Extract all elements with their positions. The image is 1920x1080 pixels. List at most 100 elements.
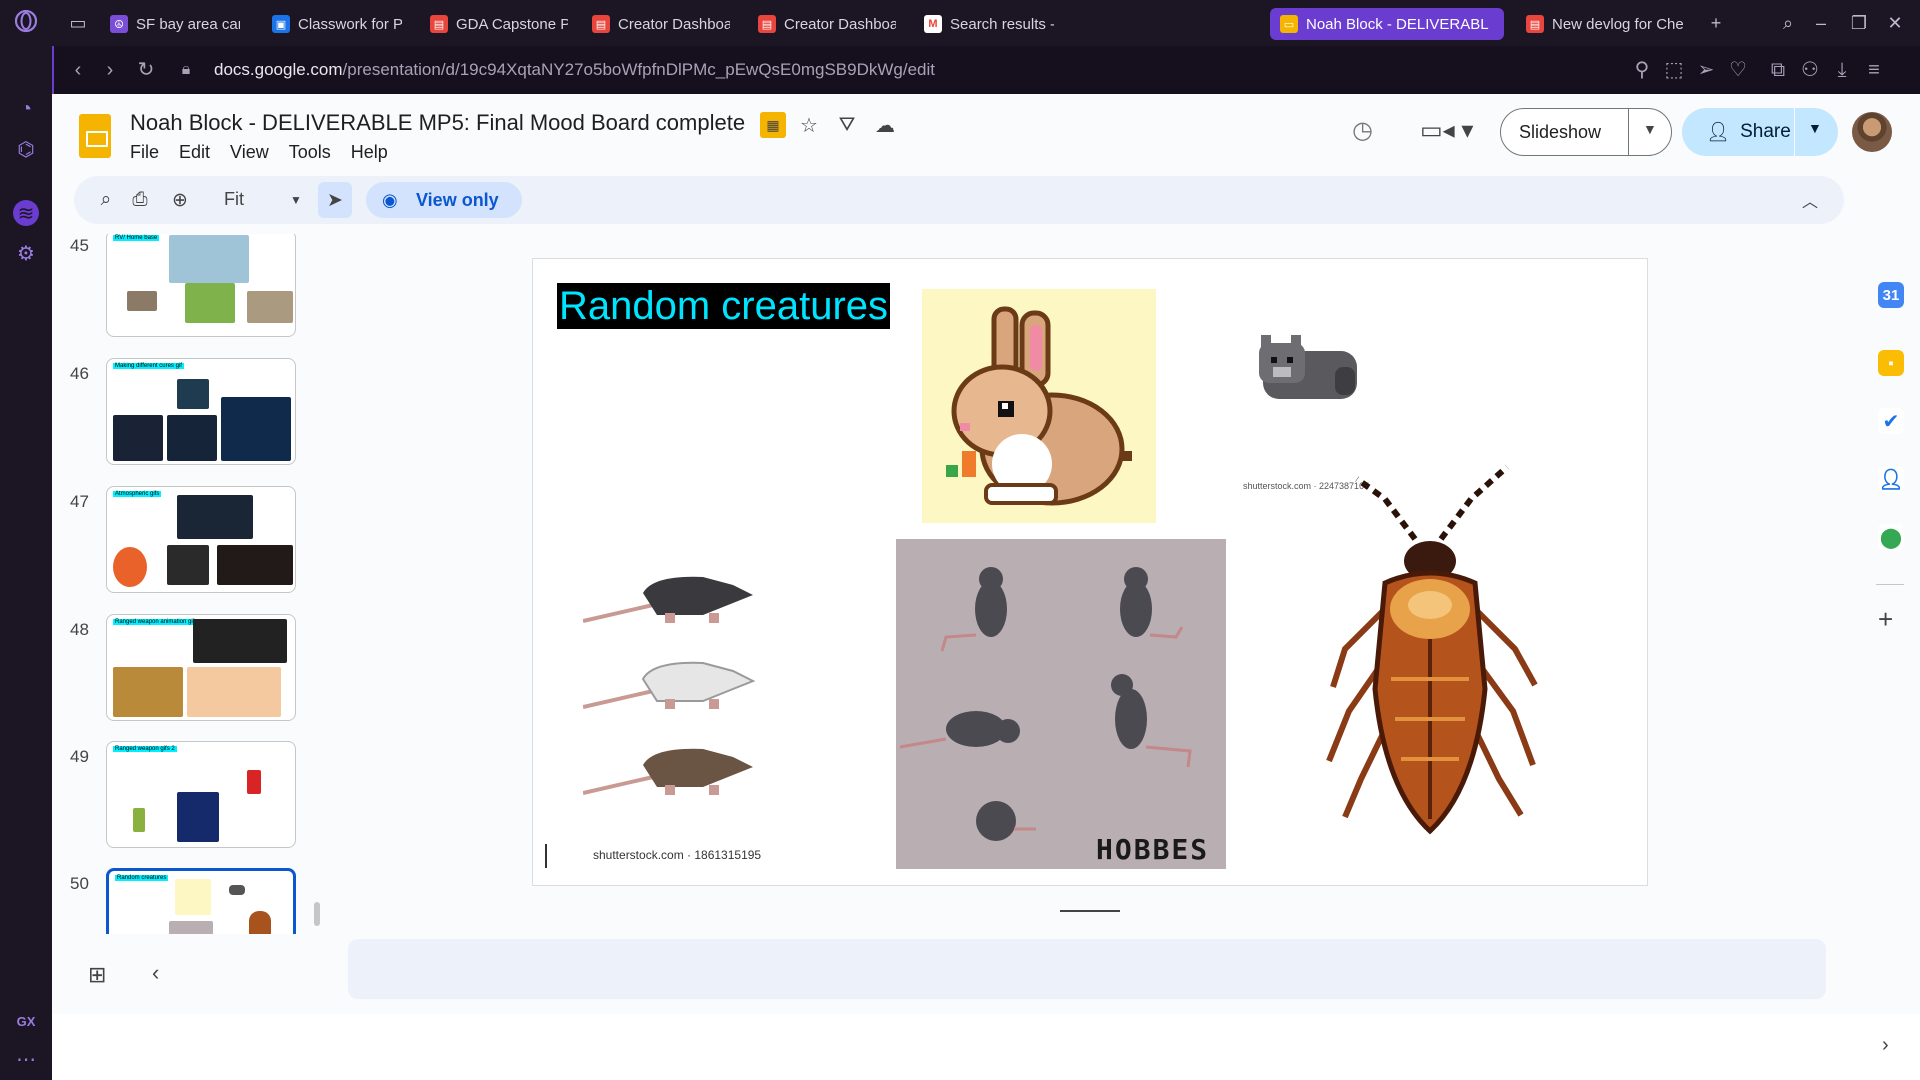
menu-file[interactable]: File	[130, 142, 159, 163]
calendar-icon[interactable]: 31	[1878, 282, 1904, 308]
gx-corner-icon[interactable]: GX	[13, 1008, 39, 1034]
add-ons-plus-icon[interactable]: +	[1878, 604, 1893, 635]
contacts-icon[interactable]: 👤︎	[1878, 466, 1904, 492]
reload-icon[interactable]: ↻	[134, 58, 158, 82]
eye-icon: ◉	[382, 190, 398, 210]
download-icon[interactable]: ⤓	[1830, 58, 1854, 82]
share-dropdown-icon[interactable]: ▼	[1808, 120, 1822, 136]
slide-thumbnail-50[interactable]: 50 Random creatures	[52, 868, 322, 934]
search-icon[interactable]: ⌕	[1775, 10, 1801, 36]
slide-thumbnail-49[interactable]: 49 Ranged weapon gifs 2	[52, 741, 322, 861]
slideshow-button[interactable]: Slideshow ▼	[1500, 108, 1672, 156]
pin-icon[interactable]: ⚲	[1630, 58, 1654, 82]
collapse-toolbar-icon[interactable]: ︿	[1802, 188, 1818, 212]
star-icon[interactable]: ☆	[796, 112, 822, 138]
slide-filmstrip: 45 RV/ Home base 46 Making different cur…	[52, 234, 322, 934]
cockroach-sprite	[1326, 464, 1538, 835]
maximize-icon[interactable]: ❐	[1846, 10, 1872, 36]
document-title[interactable]: Noah Block - DELIVERABLE MP5: Final Mood…	[130, 110, 745, 136]
new-tab-icon[interactable]: +	[1703, 10, 1729, 36]
maps-icon[interactable]: ⬤	[1878, 524, 1904, 550]
tab-gmail-search[interactable]: M Search results - libu	[914, 8, 1064, 40]
slides-app: Noah Block - DELIVERABLE MP5: Final Mood…	[52, 94, 1920, 1080]
divider	[1628, 109, 1629, 155]
keep-icon[interactable]: ▪	[1878, 350, 1904, 376]
shop-icon: ▤	[430, 15, 448, 33]
menu-help[interactable]: Help	[351, 142, 388, 163]
person-add-icon: 👤︎	[1706, 122, 1731, 143]
tab-creator-dashboard-2[interactable]: ▤ Creator Dashboard	[748, 8, 906, 40]
slide-title[interactable]: Random creatures	[557, 283, 891, 329]
minimize-icon[interactable]: –	[1808, 10, 1834, 36]
collapse-filmstrip-icon[interactable]: ‹	[152, 960, 159, 986]
forward-icon[interactable]: ›	[98, 58, 122, 82]
slide-thumbnail-45[interactable]: 45 RV/ Home base	[52, 234, 322, 350]
version-history-icon[interactable]: ◷	[1352, 116, 1373, 145]
tab-sf-bay-area[interactable]: ☮ SF bay area cars & t	[100, 8, 250, 40]
heart-icon[interactable]: ♡	[1726, 58, 1750, 82]
tab-switcher-icon[interactable]: ▭	[65, 10, 91, 36]
opera-logo-icon[interactable]	[13, 8, 39, 34]
view-only-button[interactable]: ◉ View only	[366, 182, 522, 218]
send-icon[interactable]: ➢	[1694, 58, 1718, 82]
divider	[1876, 584, 1904, 585]
lock-icon[interactable]: 🔒︎	[174, 58, 198, 82]
cockroach-image[interactable]	[1245, 459, 1625, 849]
shop-icon: ▤	[592, 15, 610, 33]
slides-logo-icon[interactable]	[79, 114, 111, 158]
slide-thumbnail-47[interactable]: 47 Atmospheric gifs	[52, 486, 322, 606]
select-cursor-icon[interactable]: ➤	[318, 182, 352, 218]
cat-image[interactable]	[1253, 329, 1363, 409]
grid-view-icon[interactable]: ⊞	[88, 962, 106, 988]
meet-camera-icon[interactable]: ▭◂ ▾	[1420, 116, 1473, 145]
browser-sidebar: ◔ ⌬ ≋ ⚙ GX ⋯	[0, 46, 52, 1080]
slide-thumbnail-48[interactable]: 48 Ranged weapon animation gif	[52, 614, 322, 734]
hobbes-watermark: HOBBES	[1096, 833, 1210, 866]
gmail-icon: M	[924, 15, 942, 33]
close-icon[interactable]: ✕	[1882, 10, 1908, 36]
side-panel-toggle-icon[interactable]: ›	[1882, 1034, 1889, 1057]
menu-tools[interactable]: Tools	[289, 142, 331, 163]
menu-icon[interactable]: ≡	[1862, 58, 1886, 82]
zoom-select[interactable]: Fit	[224, 189, 244, 210]
settings-icon[interactable]: ⚙	[13, 240, 39, 266]
zoom-dropdown-icon[interactable]: ▼	[284, 188, 308, 212]
tab-gda-capstone[interactable]: ▤ GDA Capstone Proje	[420, 8, 578, 40]
slideshow-dropdown-icon[interactable]: ▼	[1643, 121, 1657, 137]
filmstrip-scrollbar[interactable]	[314, 902, 320, 926]
tab-new-devlog[interactable]: ▤ New devlog for Che	[1516, 8, 1696, 40]
slide-thumbnail-46[interactable]: 46 Making different cures gif	[52, 358, 322, 478]
spotify-icon[interactable]: ≋	[13, 200, 39, 226]
print-icon[interactable]: ⎙	[128, 188, 152, 212]
move-to-drive-icon[interactable]: ⛛	[834, 112, 860, 138]
tab-noah-block-active[interactable]: ▭ Noah Block - DELIVERABL	[1270, 8, 1504, 40]
slide-position-indicator	[1060, 910, 1120, 912]
text-cursor	[545, 844, 547, 868]
zoom-icon[interactable]: ⊕	[168, 188, 192, 212]
classroom-icon: ▣	[272, 15, 290, 33]
bunny-image[interactable]	[922, 289, 1156, 523]
mods-icon[interactable]: ⌬	[13, 136, 39, 162]
rat-sprite-sheet-image[interactable]: HOBBES	[896, 539, 1226, 869]
share-button[interactable]: 👤︎ Share ▼	[1682, 108, 1838, 156]
tab-classwork[interactable]: ▣ Classwork for P6-25	[262, 8, 412, 40]
tasks-icon[interactable]: ✔	[1878, 408, 1904, 434]
extensions-icon[interactable]: ⧉	[1766, 58, 1790, 82]
search-menus-icon[interactable]: ⌕	[94, 188, 118, 212]
menu-view[interactable]: View	[230, 142, 269, 163]
snapshot-icon[interactable]: ⬚	[1662, 58, 1686, 82]
menu-edit[interactable]: Edit	[179, 142, 210, 163]
speaker-notes-area[interactable]	[348, 939, 1826, 999]
back-icon[interactable]: ‹	[66, 58, 90, 82]
profile-icon[interactable]: ⚇	[1798, 58, 1822, 82]
aria-icon[interactable]: ◔	[13, 96, 39, 122]
avatar[interactable]	[1852, 112, 1892, 152]
url-field[interactable]: docs.google.com/presentation/d/19c94Xqta…	[214, 60, 935, 80]
more-icon[interactable]: ⋯	[13, 1046, 39, 1072]
cloud-saved-icon[interactable]: ☁	[872, 112, 898, 138]
tab-creator-dashboard-1[interactable]: ▤ Creator Dashboard	[582, 8, 740, 40]
rats-image[interactable]	[582, 559, 803, 829]
slide-canvas[interactable]: Random creatures shutterstock.com · 2247…	[532, 258, 1648, 886]
offline-badge-icon[interactable]: ▦	[760, 112, 786, 138]
menu-bar: File Edit View Tools Help	[130, 142, 388, 163]
